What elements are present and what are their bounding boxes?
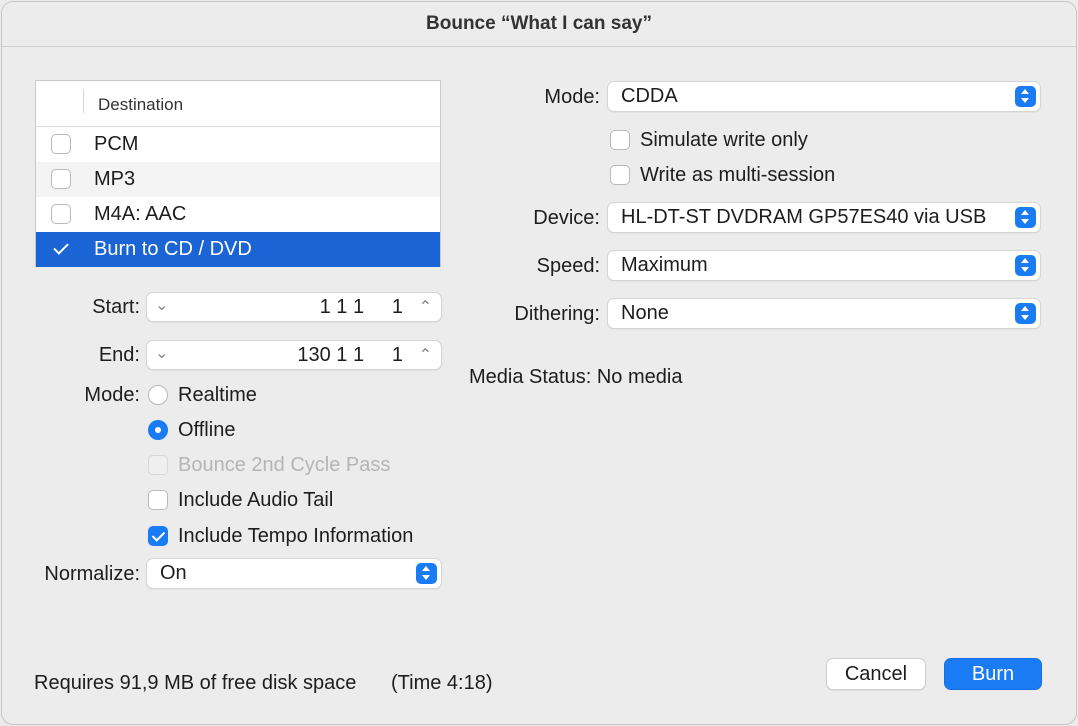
- normalize-label: Normalize:: [44, 563, 140, 585]
- updown-arrows-icon: [1015, 255, 1036, 276]
- burn-button[interactable]: Burn: [944, 658, 1042, 690]
- speed-popup[interactable]: Maximum: [607, 250, 1041, 281]
- burn-checkbox[interactable]: [51, 239, 71, 259]
- destination-row-label: Burn to CD / DVD: [94, 238, 252, 260]
- end-label: End:: [98, 344, 140, 366]
- updown-arrows-icon: [1015, 86, 1036, 107]
- end-value[interactable]: 130 1 1 1: [297, 344, 403, 367]
- bounce-mode-label: Mode:: [84, 384, 140, 406]
- tempo-info-checkbox[interactable]: [148, 526, 168, 546]
- audio-tail-label[interactable]: Include Audio Tail: [178, 489, 333, 512]
- dithering-label: Dithering:: [514, 303, 600, 325]
- mp3-checkbox[interactable]: [51, 169, 71, 189]
- destination-row-burn[interactable]: Burn to CD / DVD: [36, 232, 440, 267]
- normalize-popup[interactable]: On: [146, 558, 442, 589]
- chevron-down-icon[interactable]: ⌄: [155, 295, 168, 315]
- chevron-down-icon[interactable]: ⌄: [155, 343, 168, 363]
- destination-row-label: PCM: [94, 133, 139, 155]
- dithering-popup[interactable]: None: [607, 298, 1041, 329]
- realtime-label[interactable]: Realtime: [178, 384, 257, 407]
- simulate-write-label[interactable]: Simulate write only: [640, 129, 808, 152]
- chevron-up-icon[interactable]: ⌃: [419, 297, 432, 317]
- pcm-checkbox[interactable]: [51, 134, 71, 154]
- destination-column-header[interactable]: Destination: [98, 95, 183, 115]
- destination-row-label: MP3: [94, 168, 136, 190]
- destination-header: Destination: [36, 81, 440, 127]
- cancel-button[interactable]: Cancel: [826, 658, 926, 690]
- dithering-value: None: [621, 302, 669, 324]
- burn-mode-popup[interactable]: CDDA: [607, 81, 1041, 112]
- simulate-write-checkbox[interactable]: [610, 130, 630, 150]
- start-value[interactable]: 1 1 1 1: [320, 296, 403, 319]
- offline-radio[interactable]: [148, 420, 168, 440]
- speed-value: Maximum: [621, 254, 708, 276]
- header-divider: [83, 89, 84, 113]
- end-position-field[interactable]: ⌄ 130 1 1 1 ⌃: [146, 340, 442, 370]
- cycle-pass-checkbox[interactable]: [148, 455, 168, 475]
- multisession-checkbox[interactable]: [610, 165, 630, 185]
- realtime-radio[interactable]: [148, 385, 168, 405]
- offline-label[interactable]: Offline: [178, 419, 235, 442]
- burn-mode-label: Mode:: [544, 86, 600, 108]
- dialog-title: Bounce “What I can say”: [426, 13, 652, 34]
- speed-label: Speed:: [536, 255, 600, 277]
- burn-mode-value: CDDA: [621, 85, 678, 107]
- updown-arrows-icon: [1015, 303, 1036, 324]
- device-popup[interactable]: HL-DT-ST DVDRAM GP57ES40 via USB: [607, 202, 1041, 233]
- updown-arrows-icon: [416, 563, 437, 584]
- start-position-field[interactable]: ⌄ 1 1 1 1 ⌃: [146, 292, 442, 322]
- chevron-up-icon[interactable]: ⌃: [419, 345, 432, 365]
- audio-tail-checkbox[interactable]: [148, 490, 168, 510]
- destination-row-label: M4A: AAC: [94, 203, 187, 225]
- normalize-value: On: [160, 562, 187, 584]
- m4a-checkbox[interactable]: [51, 204, 71, 224]
- bounce-time: (Time 4:18): [391, 672, 493, 694]
- tempo-info-label[interactable]: Include Tempo Information: [178, 525, 413, 548]
- start-label: Start:: [92, 296, 140, 318]
- destination-row-mp3[interactable]: MP3: [36, 162, 440, 197]
- bounce-dialog: Bounce “What I can say” Destination PCM …: [1, 1, 1077, 725]
- updown-arrows-icon: [1015, 207, 1036, 228]
- device-label: Device:: [533, 207, 600, 229]
- multisession-label[interactable]: Write as multi-session: [640, 164, 835, 187]
- device-value: HL-DT-ST DVDRAM GP57ES40 via USB: [621, 206, 987, 228]
- disk-space-requirement: Requires 91,9 MB of free disk space: [34, 672, 357, 694]
- destination-row-pcm[interactable]: PCM: [36, 127, 440, 162]
- destination-row-m4a[interactable]: M4A: AAC: [36, 197, 440, 232]
- media-status: Media Status: No media: [469, 366, 683, 388]
- title-bar: Bounce “What I can say”: [2, 2, 1076, 47]
- cycle-pass-label: Bounce 2nd Cycle Pass: [178, 454, 391, 476]
- destination-table: Destination PCM MP3 M4A: AAC Burn to CD …: [35, 80, 441, 267]
